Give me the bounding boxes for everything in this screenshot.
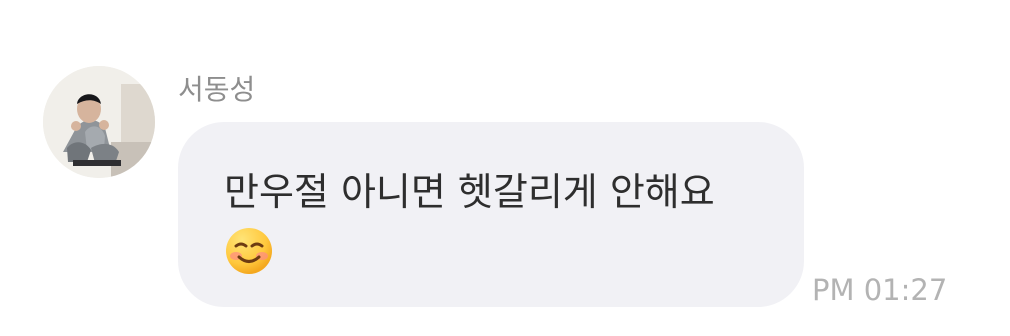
- smiling-face-with-rosy-cheeks-icon: [226, 228, 272, 274]
- message-text: 만우절 아니면 헷갈리게 안해요: [224, 170, 715, 214]
- sender-avatar[interactable]: [43, 66, 155, 178]
- avatar-photo-icon: [43, 66, 155, 178]
- previous-message-edge: [0, 0, 1010, 4]
- message-bubble[interactable]: 만우절 아니면 헷갈리게 안해요: [178, 122, 804, 307]
- chat-screen: 서동성 만우절 아니면 헷갈리게 안해요 PM 01:27: [0, 0, 1010, 336]
- message-timestamp: PM 01:27: [812, 273, 948, 307]
- sender-name: 서동성: [178, 73, 256, 106]
